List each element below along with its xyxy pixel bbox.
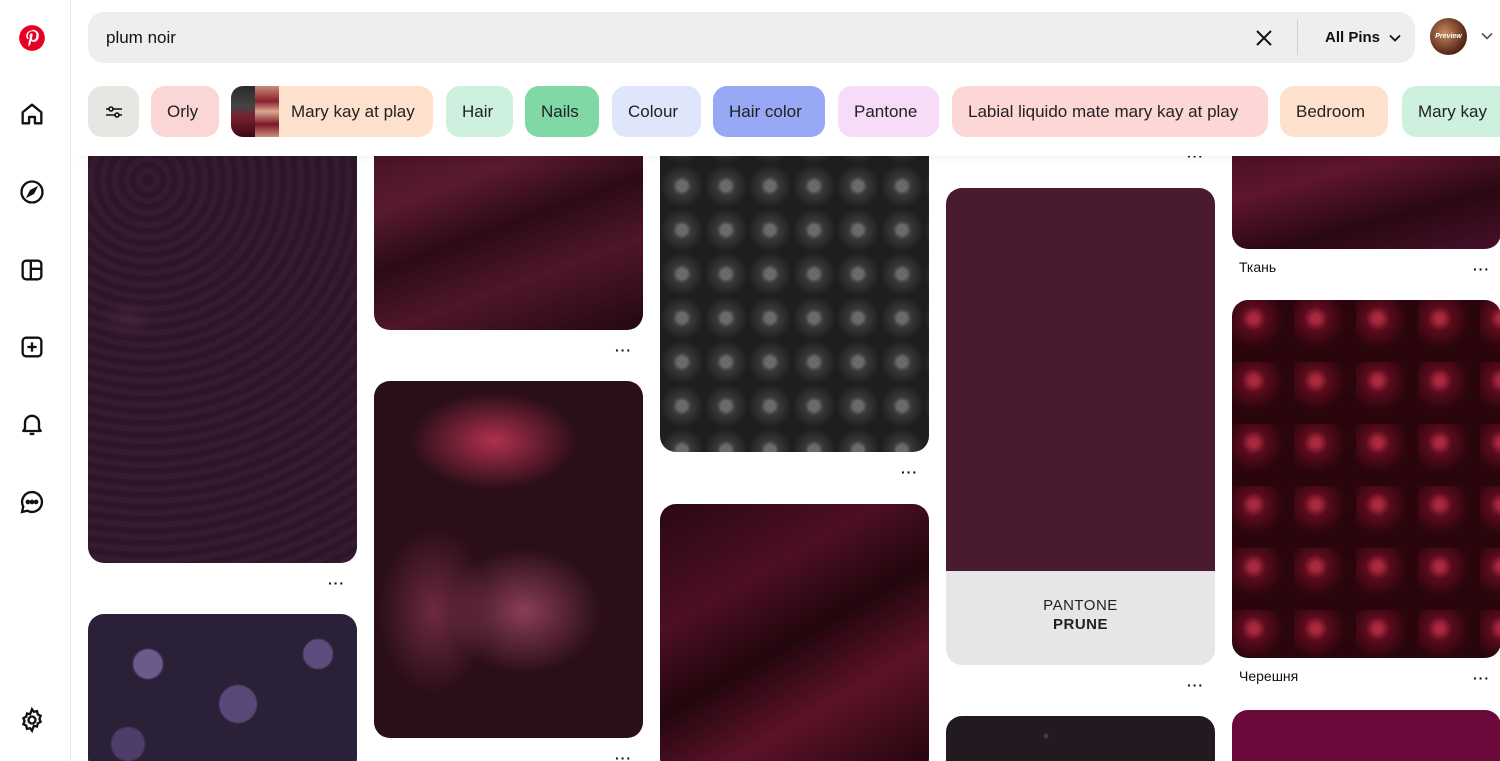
search-divider [1297, 20, 1298, 55]
avatar[interactable]: Preview [1430, 18, 1467, 55]
filter-settings-button[interactable] [88, 86, 139, 137]
boards-icon[interactable] [11, 249, 53, 291]
pantone-label: PANTONE [1043, 597, 1118, 614]
pin-more-button[interactable]: ··· [901, 464, 918, 480]
notifications-bell-icon[interactable] [11, 403, 53, 445]
search-scope-dropdown[interactable]: All Pins [1325, 12, 1402, 63]
search-scope-label: All Pins [1325, 29, 1381, 46]
settings-gear-icon[interactable] [11, 699, 53, 741]
pin-more-button[interactable]: ··· [328, 575, 345, 591]
chip-pantone[interactable]: Pantone [838, 86, 939, 137]
chip-colour[interactable]: Colour [612, 86, 701, 137]
avatar-text: Preview [1435, 33, 1462, 40]
pin-pantone-prune-card[interactable]: PANTONE PRUNE [946, 188, 1215, 665]
pin-more-button[interactable]: ··· [615, 750, 632, 761]
chip-orly[interactable]: Orly [151, 86, 219, 137]
pin-image-magenta[interactable] [1232, 710, 1500, 761]
top-bar: All Pins Preview Orly Mary kay at play H… [72, 0, 1500, 156]
pin-more-button[interactable]: ··· [1473, 670, 1490, 686]
pin-more-button[interactable]: ··· [1187, 677, 1204, 693]
pin-image-dark-scene[interactable] [946, 716, 1215, 761]
pin-image-burgundy-silk[interactable] [660, 504, 929, 761]
pantone-color-name: PRUNE [1052, 616, 1108, 633]
pin-title-cherries[interactable]: Черешня [1239, 668, 1298, 684]
chip-mary-kay[interactable]: Mary kay [1402, 86, 1500, 137]
pin-image-cherries[interactable] [1232, 300, 1500, 658]
chip-hair[interactable]: Hair [446, 86, 513, 137]
chip-bedroom[interactable]: Bedroom [1280, 86, 1388, 137]
chevron-down-icon [1389, 34, 1401, 42]
account-chevron-down-icon[interactable] [1479, 28, 1495, 44]
pin-image-lace-fabric[interactable] [88, 120, 357, 563]
filter-chips: Orly Mary kay at play Hair Nails Colour … [88, 86, 1500, 137]
pin-image-lilac-flowers[interactable] [88, 614, 357, 761]
chip-hair-color[interactable]: Hair color [713, 86, 825, 137]
sidebar [0, 0, 71, 761]
messages-icon[interactable] [11, 481, 53, 523]
pin-title-fabric[interactable]: Ткань [1239, 259, 1276, 275]
pin-more-button[interactable]: ··· [615, 342, 632, 358]
pin-image-blackberries[interactable] [660, 120, 929, 452]
chip-mary-kay-at-play[interactable]: Mary kay at play [231, 86, 433, 137]
sliders-icon [105, 105, 122, 118]
chip-labial-liquido[interactable]: Labial liquido mate mary kay at play [952, 86, 1268, 137]
clear-search-icon[interactable] [1250, 24, 1278, 52]
pin-image-dark-flower-petals[interactable] [374, 381, 643, 738]
chip-thumbnail-image [231, 86, 279, 137]
search-input[interactable] [106, 12, 1206, 63]
pin-more-button[interactable]: ··· [1473, 261, 1490, 277]
explore-compass-icon[interactable] [11, 171, 53, 213]
home-icon[interactable] [11, 93, 53, 135]
search-bar: All Pins [88, 12, 1415, 63]
pantone-swatch [946, 188, 1215, 571]
pinterest-logo-icon[interactable] [11, 17, 53, 59]
create-plus-icon[interactable] [11, 326, 53, 368]
chip-nails[interactable]: Nails [525, 86, 599, 137]
